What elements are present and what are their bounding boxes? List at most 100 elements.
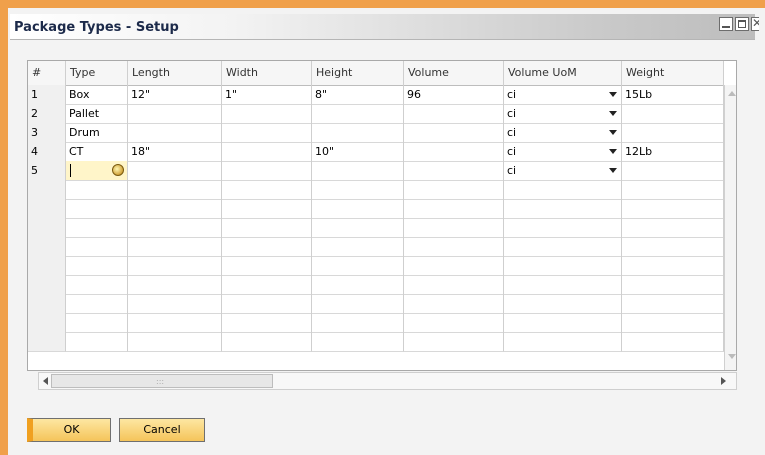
table-row[interactable] [28, 275, 724, 295]
dropdown-arrow-icon[interactable] [609, 130, 617, 135]
width-cell[interactable] [222, 142, 312, 162]
scroll-down-icon[interactable] [728, 354, 736, 359]
weight-cell[interactable] [622, 237, 724, 257]
width-cell[interactable]: 1" [222, 85, 312, 105]
uom-cell[interactable]: ci [504, 123, 622, 143]
column-header-weight[interactable]: Weight [622, 61, 724, 85]
type-cell[interactable] [66, 218, 128, 238]
column-header-uom[interactable]: Volume UoM [504, 61, 622, 85]
length-cell[interactable] [128, 237, 222, 257]
width-cell[interactable] [222, 218, 312, 238]
table-row[interactable]: 1 Box 12" 1" 8" 96 ci 15Lb [28, 85, 724, 105]
weight-cell[interactable] [622, 123, 724, 143]
type-cell[interactable] [66, 199, 128, 219]
volume-cell[interactable] [404, 256, 504, 276]
uom-cell[interactable] [504, 180, 622, 200]
type-cell[interactable]: Box [66, 85, 128, 105]
maximize-icon[interactable] [735, 17, 749, 31]
length-cell[interactable] [128, 104, 222, 124]
type-cell[interactable] [66, 161, 128, 181]
scroll-right-icon[interactable] [721, 377, 726, 385]
weight-cell[interactable]: 15Lb [622, 85, 724, 105]
type-cell[interactable]: Pallet [66, 104, 128, 124]
table-row[interactable] [28, 199, 724, 219]
type-cell[interactable] [66, 180, 128, 200]
uom-cell[interactable] [504, 332, 622, 352]
dropdown-arrow-icon[interactable] [609, 168, 617, 173]
volume-cell[interactable] [404, 313, 504, 333]
volume-cell[interactable] [404, 180, 504, 200]
width-cell[interactable] [222, 294, 312, 314]
volume-cell[interactable] [404, 294, 504, 314]
length-cell[interactable] [128, 123, 222, 143]
type-cell[interactable]: Drum [66, 123, 128, 143]
type-cell[interactable]: CT [66, 142, 128, 162]
table-row[interactable]: 2 Pallet ci [28, 104, 724, 124]
height-cell[interactable] [312, 104, 404, 124]
column-header-volume[interactable]: Volume [404, 61, 504, 85]
cancel-button[interactable]: Cancel [119, 418, 205, 442]
height-cell[interactable] [312, 256, 404, 276]
weight-cell[interactable] [622, 275, 724, 295]
table-row[interactable]: 4 CT 18" 10" ci 12Lb [28, 142, 724, 162]
volume-cell[interactable] [404, 332, 504, 352]
length-cell[interactable]: 18" [128, 142, 222, 162]
column-header-height[interactable]: Height [312, 61, 404, 85]
width-cell[interactable] [222, 180, 312, 200]
height-cell[interactable] [312, 294, 404, 314]
type-cell[interactable] [66, 313, 128, 333]
height-cell[interactable] [312, 313, 404, 333]
dropdown-arrow-icon[interactable] [609, 149, 617, 154]
height-cell[interactable] [312, 237, 404, 257]
scroll-up-icon[interactable] [728, 91, 736, 96]
weight-cell[interactable] [622, 313, 724, 333]
column-header-length[interactable]: Length [128, 61, 222, 85]
lookup-globe-icon[interactable] [112, 164, 124, 176]
width-cell[interactable] [222, 256, 312, 276]
table-row[interactable] [28, 218, 724, 238]
volume-cell[interactable] [404, 237, 504, 257]
dropdown-arrow-icon[interactable] [609, 111, 617, 116]
volume-cell[interactable] [404, 142, 504, 162]
table-row[interactable] [28, 237, 724, 257]
length-cell[interactable] [128, 161, 222, 181]
type-cell[interactable] [66, 332, 128, 352]
uom-cell[interactable]: ci [504, 161, 622, 181]
volume-cell[interactable] [404, 199, 504, 219]
width-cell[interactable] [222, 313, 312, 333]
vertical-scrollbar[interactable] [724, 85, 736, 370]
column-header-width[interactable]: Width [222, 61, 312, 85]
table-row[interactable]: 5 ci [28, 161, 724, 181]
width-cell[interactable] [222, 237, 312, 257]
column-header-num[interactable]: # [28, 61, 66, 85]
length-cell[interactable] [128, 313, 222, 333]
weight-cell[interactable]: 12Lb [622, 142, 724, 162]
volume-cell[interactable]: 96 [404, 85, 504, 105]
title-bar[interactable]: Package Types - Setup [10, 14, 759, 40]
volume-cell[interactable] [404, 123, 504, 143]
length-cell[interactable] [128, 256, 222, 276]
volume-cell[interactable] [404, 218, 504, 238]
height-cell[interactable]: 10" [312, 142, 404, 162]
weight-cell[interactable] [622, 294, 724, 314]
length-cell[interactable] [128, 332, 222, 352]
table-row[interactable] [28, 294, 724, 314]
horizontal-scrollbar[interactable]: ::: [38, 372, 737, 390]
length-cell[interactable] [128, 275, 222, 295]
volume-cell[interactable] [404, 104, 504, 124]
table-row[interactable] [28, 313, 724, 333]
width-cell[interactable] [222, 199, 312, 219]
height-cell[interactable] [312, 332, 404, 352]
length-cell[interactable] [128, 218, 222, 238]
height-cell[interactable]: 8" [312, 85, 404, 105]
weight-cell[interactable] [622, 161, 724, 181]
weight-cell[interactable] [622, 180, 724, 200]
uom-cell[interactable] [504, 199, 622, 219]
height-cell[interactable] [312, 199, 404, 219]
width-cell[interactable] [222, 104, 312, 124]
uom-cell[interactable] [504, 256, 622, 276]
weight-cell[interactable] [622, 218, 724, 238]
uom-cell[interactable]: ci [504, 104, 622, 124]
height-cell[interactable] [312, 275, 404, 295]
weight-cell[interactable] [622, 256, 724, 276]
